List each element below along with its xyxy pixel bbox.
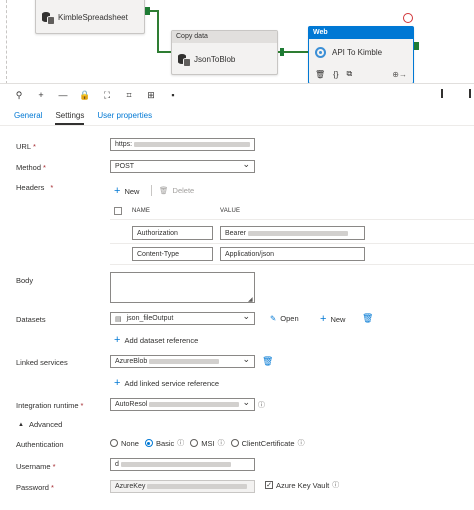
- activity-label: JsonToBlob: [194, 55, 236, 64]
- delete-icon[interactable]: 🗑: [362, 313, 373, 324]
- method-select[interactable]: POST: [110, 160, 255, 173]
- datasets-label: Datasets: [16, 315, 46, 324]
- activity-type-label: Copy data: [172, 31, 277, 43]
- connector-line: [157, 10, 159, 53]
- activity-api-to-kimble[interactable]: Web API To Kimble 🗑 {} ⧉ ⊕→: [308, 26, 414, 83]
- url-label: URL *: [16, 142, 36, 151]
- copy-icon[interactable]: ⧉: [347, 69, 353, 79]
- header-delete-button[interactable]: 🗑 Delete: [159, 186, 194, 195]
- delete-icon[interactable]: 🗑: [315, 70, 325, 79]
- add-output-icon[interactable]: ⊕→: [392, 70, 407, 79]
- web-icon: [315, 46, 326, 58]
- group-icon[interactable]: ▪: [168, 90, 178, 100]
- delete-icon[interactable]: 🗑: [262, 356, 273, 367]
- column-header-name: NAME: [132, 208, 151, 214]
- header-name-input[interactable]: Authorization: [132, 226, 213, 240]
- layout-icon[interactable]: ⊞: [146, 90, 156, 100]
- panel-resize-handle[interactable]: [441, 89, 443, 98]
- tabs-divider: [0, 125, 474, 126]
- info-icon[interactable]: ⓘ: [258, 400, 265, 410]
- tab-general[interactable]: General: [14, 111, 42, 125]
- header-value-input[interactable]: Application/json: [220, 247, 365, 261]
- success-port[interactable]: [280, 48, 284, 56]
- plus-icon: +: [114, 334, 121, 346]
- add-linked-service-button[interactable]: + Add linked service reference: [114, 377, 219, 389]
- table-row-divider: [110, 264, 474, 265]
- headers-label: Headers *: [16, 183, 54, 192]
- dataset-new-button[interactable]: + New: [320, 313, 345, 325]
- authentication-options: None Basic ⓘ MSI ⓘ ClientCertificate ⓘ: [110, 438, 305, 448]
- info-icon: ⓘ: [217, 440, 225, 447]
- dataset-open-button[interactable]: ✎ Open: [270, 314, 299, 323]
- authentication-label: Authentication: [16, 440, 64, 449]
- canvas-guide-line: [6, 0, 7, 83]
- info-icon: ⓘ: [177, 440, 185, 447]
- table-row-divider: [110, 243, 474, 244]
- resize-grip-icon[interactable]: ◢: [248, 296, 253, 303]
- activity-label: API To Kimble: [332, 47, 383, 57]
- zoom-in-icon[interactable]: +: [36, 90, 46, 100]
- integration-runtime-label: Integration runtime *: [16, 401, 84, 410]
- advanced-toggle[interactable]: ▲ Advanced: [18, 420, 62, 429]
- parameters-icon[interactable]: {}: [333, 70, 338, 79]
- header-new-button[interactable]: + New: [114, 185, 139, 197]
- header-name-input[interactable]: Content-Type: [132, 247, 213, 261]
- auth-radio-none[interactable]: None: [110, 439, 139, 448]
- dataset-select[interactable]: ▤ json_fileOutput: [110, 312, 255, 325]
- password-input[interactable]: AzureKey: [110, 480, 255, 493]
- delete-icon: 🗑: [159, 186, 169, 195]
- auth-radio-client-certificate[interactable]: ClientCertificate ⓘ: [230, 438, 305, 448]
- properties-tabs: General Settings User properties: [14, 111, 152, 125]
- toolbar-divider: [151, 185, 152, 196]
- linked-services-label: Linked services: [16, 358, 68, 367]
- zoom-fit-icon[interactable]: ⌗: [124, 90, 134, 100]
- pipeline-canvas[interactable]: KimbleSpreadsheet Copy data JsonToBlob W…: [0, 0, 474, 84]
- method-label: Method *: [16, 163, 46, 172]
- tab-settings[interactable]: Settings: [55, 111, 85, 125]
- info-icon: ⓘ: [332, 482, 340, 489]
- edit-icon: ✎: [270, 314, 277, 323]
- body-textarea[interactable]: [110, 272, 255, 303]
- zoom-out-icon[interactable]: —: [58, 90, 68, 100]
- collapse-triangle-icon: ▲: [18, 421, 24, 428]
- column-header-value: VALUE: [220, 208, 241, 214]
- activity-label: KimbleSpreadsheet: [58, 12, 128, 22]
- success-port[interactable]: [414, 42, 419, 50]
- plus-icon: +: [114, 185, 121, 197]
- activity-kimble-spreadsheet[interactable]: KimbleSpreadsheet: [35, 0, 145, 34]
- activity-type-label: Web: [309, 27, 413, 39]
- plus-icon: +: [114, 377, 121, 389]
- auth-radio-basic[interactable]: Basic ⓘ: [144, 438, 185, 448]
- search-icon[interactable]: ⚲: [14, 90, 24, 100]
- linked-service-select[interactable]: AzureBlob: [110, 355, 255, 368]
- database-icon: [42, 11, 55, 25]
- table-header-divider: [110, 219, 474, 220]
- integration-runtime-select[interactable]: AutoResol: [110, 398, 255, 411]
- azure-key-vault-checkbox[interactable]: ✓ Azure Key Vault ⓘ: [265, 480, 339, 490]
- info-icon: ⓘ: [297, 440, 305, 447]
- username-label: Username *: [16, 462, 56, 471]
- tab-user-properties[interactable]: User properties: [97, 111, 152, 125]
- select-all-checkbox[interactable]: [114, 207, 122, 215]
- header-value-input[interactable]: Bearer: [220, 226, 365, 240]
- fit-icon[interactable]: ⛶: [102, 90, 112, 100]
- lock-icon[interactable]: 🔒: [79, 90, 90, 100]
- canvas-toolbar: ⚲ + — 🔒 ⛶ ⌗ ⊞ ▪: [0, 86, 474, 104]
- error-indicator-icon: [403, 13, 413, 23]
- database-icon: [178, 54, 191, 67]
- connector-line: [157, 51, 171, 53]
- add-dataset-reference-button[interactable]: + Add dataset reference: [114, 334, 198, 346]
- activity-json-to-blob[interactable]: Copy data JsonToBlob: [171, 30, 278, 75]
- plus-icon: +: [320, 313, 327, 325]
- auth-radio-msi[interactable]: MSI ⓘ: [190, 438, 225, 448]
- panel-resize-handle[interactable]: [469, 89, 471, 98]
- body-label: Body: [16, 276, 34, 285]
- username-input[interactable]: d: [110, 458, 255, 471]
- checkmark-icon: ✓: [265, 481, 273, 489]
- password-label: Password *: [16, 483, 54, 492]
- url-input[interactable]: https:: [110, 138, 255, 151]
- dataset-icon: ▤: [115, 315, 122, 323]
